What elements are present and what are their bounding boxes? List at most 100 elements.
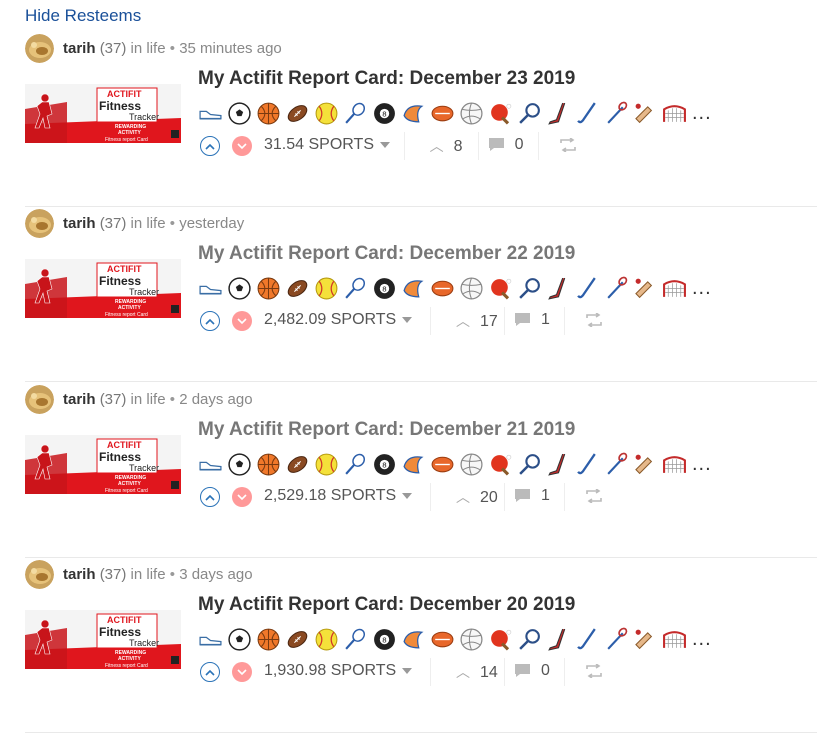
votes-chevron-icon: ︿ [456, 313, 470, 329]
post-meta: tarih (37) in life • 3 days ago [63, 566, 253, 583]
resteem-button[interactable] [585, 488, 603, 508]
post-title[interactable]: My Actifit Report Card: December 20 2019 [198, 594, 575, 616]
category-link[interactable]: in life [131, 566, 166, 583]
australian-football-icon [431, 456, 454, 472]
badminton-icon [345, 277, 366, 299]
resteem-icon [586, 488, 602, 504]
meta-bullet: • [169, 566, 176, 583]
resteem-button[interactable] [585, 663, 603, 683]
upvote-button[interactable] [200, 136, 220, 156]
payout-dropdown[interactable]: 31.54 SPORTS [264, 136, 390, 154]
author-name[interactable]: tarih [63, 391, 96, 408]
goal-net-icon [663, 279, 686, 297]
post-title[interactable]: My Actifit Report Card: December 21 2019 [198, 419, 575, 441]
votes-value: 14 [480, 664, 498, 681]
field-hockey-icon [577, 627, 596, 649]
comments-link[interactable]: 1 [514, 311, 550, 329]
author-avatar[interactable] [25, 209, 54, 238]
thumb-activity-text: ACTIVITY [118, 481, 141, 487]
resteem-button[interactable] [585, 312, 603, 332]
post-time[interactable]: 2 days ago [179, 391, 252, 408]
basketball-icon [257, 277, 280, 299]
resteem-icon [586, 312, 602, 328]
caret-down-icon [379, 141, 390, 148]
votes-count[interactable]: ︿ 20 [456, 487, 498, 507]
comments-link[interactable]: 0 [514, 662, 550, 680]
thumb-actifit-text: ACTIFIT [107, 440, 142, 450]
post-time[interactable]: 3 days ago [179, 566, 252, 583]
hide-resteems-link[interactable]: Hide Resteems [25, 6, 141, 26]
post-thumbnail[interactable]: ACTIFIT Fitness Tracker REWARDING ACTIVI… [25, 610, 181, 669]
upvote-button[interactable] [200, 662, 220, 682]
basketball-icon [257, 453, 280, 475]
downvote-button[interactable] [232, 311, 252, 331]
shoe-icon [199, 461, 222, 470]
post-title[interactable]: My Actifit Report Card: December 23 2019 [198, 68, 575, 90]
votes-value: 8 [453, 138, 463, 155]
comment-icon [515, 313, 530, 327]
category-link[interactable]: in life [131, 40, 166, 57]
more-icons-ellipsis: ... [692, 276, 712, 299]
thumb-activity-text: ACTIVITY [118, 305, 141, 311]
thumb-tracker-text: Tracker [129, 112, 159, 122]
downvote-button[interactable] [232, 136, 252, 156]
votes-chevron-icon: ︿ [429, 138, 444, 154]
billiards-8-ball-icon: 8 [374, 628, 395, 650]
thumb-fitness-text: Fitness [99, 99, 141, 113]
author-avatar[interactable] [25, 34, 54, 63]
votes-count[interactable]: ︿ 8 [430, 136, 463, 156]
payout-dropdown[interactable]: 2,482.09 SPORTS [264, 311, 413, 329]
chevron-up-icon [205, 494, 215, 501]
thumb-report-card-text: Fitness report Card [105, 488, 148, 494]
upvote-button[interactable] [200, 311, 220, 331]
post-time[interactable]: yesterday [179, 215, 244, 232]
ice-hockey-icon [548, 453, 566, 476]
post-divider [25, 206, 817, 207]
qr-icon [171, 656, 179, 664]
post-divider [25, 557, 817, 558]
thumb-fitness-text: Fitness [99, 450, 141, 464]
post-thumbnail[interactable]: ACTIFIT Fitness Tracker REWARDING ACTIVI… [25, 259, 181, 318]
lacrosse-icon [607, 101, 628, 124]
post-thumbnail[interactable]: ACTIFIT Fitness Tracker REWARDING ACTIVI… [25, 435, 181, 494]
badminton-icon [345, 628, 366, 650]
resteem-button[interactable] [559, 137, 577, 157]
comment-icon [515, 664, 530, 678]
svg-text:8: 8 [382, 284, 387, 293]
category-link[interactable]: in life [131, 391, 166, 408]
category-link[interactable]: in life [131, 215, 166, 232]
field-hockey-icon [577, 276, 596, 298]
cricket-bat-icon [635, 278, 653, 298]
softball-icon [315, 277, 338, 299]
divider [564, 483, 565, 511]
payout-dropdown[interactable]: 2,529.18 SPORTS [264, 487, 413, 505]
ping-pong-icon [491, 454, 512, 475]
author-avatar[interactable] [25, 560, 54, 589]
post-time[interactable]: 35 minutes ago [179, 40, 282, 57]
soccer-ball-icon [228, 276, 251, 300]
soccer-ball-icon [228, 101, 251, 125]
votes-count[interactable]: ︿ 17 [456, 311, 498, 331]
upvote-button[interactable] [200, 487, 220, 507]
shoe-icon [199, 285, 222, 294]
author-avatar[interactable] [25, 385, 54, 414]
post-title[interactable]: My Actifit Report Card: December 22 2019 [198, 243, 575, 265]
comments-link[interactable]: 0 [488, 136, 524, 154]
author-reputation: (37) [99, 215, 127, 232]
payout-dropdown[interactable]: 1,930.98 SPORTS [264, 662, 413, 680]
thumb-tracker-text: Tracker [129, 638, 159, 648]
author-name[interactable]: tarih [63, 215, 96, 232]
post-thumbnail[interactable]: ACTIFIT Fitness Tracker REWARDING ACTIVI… [25, 84, 181, 143]
payout-value: 1,930.98 SPORTS [264, 662, 397, 679]
basketball-icon [257, 628, 280, 650]
post-actions: 1,930.98 SPORTS ︿ 14 0 [200, 658, 603, 687]
volleyball-icon [460, 276, 483, 300]
downvote-button[interactable] [232, 662, 252, 682]
votes-count[interactable]: ︿ 14 [456, 662, 498, 682]
chevron-up-icon [205, 669, 215, 676]
comments-link[interactable]: 1 [514, 487, 550, 505]
author-name[interactable]: tarih [63, 40, 96, 57]
post-list-item: tarih (37) in life • 2 days ago ACTIFIT … [0, 385, 817, 561]
author-name[interactable]: tarih [63, 566, 96, 583]
downvote-button[interactable] [232, 487, 252, 507]
